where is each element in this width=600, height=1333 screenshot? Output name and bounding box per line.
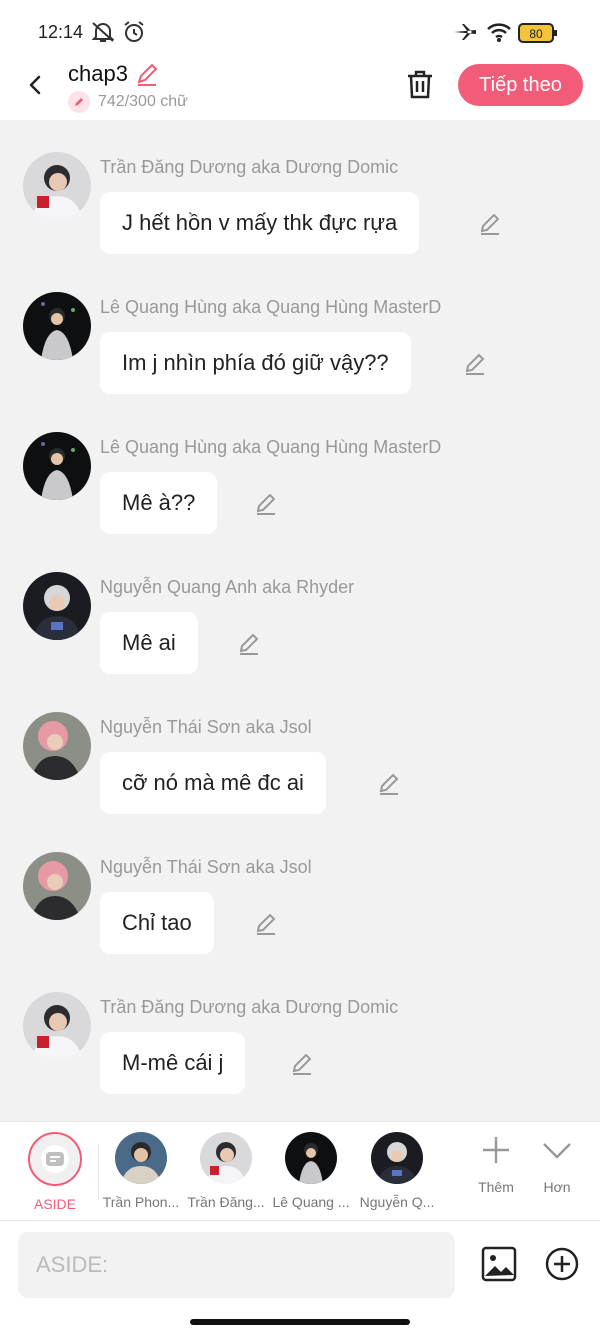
expand-button[interactable]: Hơn [527, 1134, 587, 1195]
character-item[interactable]: Nguyễn Q... [356, 1132, 438, 1210]
message-item: Nguyễn Quang Anh aka Rhyder Mê ai [0, 540, 600, 680]
divider [98, 1144, 99, 1200]
avatar [115, 1132, 167, 1184]
character-label: Trần Phon... [102, 1194, 180, 1210]
editor-header: chap3 742/300 chữ Tiếp theo [0, 60, 600, 120]
message-bubble[interactable]: M-mê cái j [100, 1032, 246, 1094]
edit-icon[interactable] [463, 352, 487, 376]
avatar [285, 1132, 337, 1184]
edit-icon[interactable] [254, 912, 278, 936]
message-bubble[interactable]: Im j nhìn phía đó giữ vậy?? [100, 332, 411, 394]
message-item: Trần Đăng Dương aka Dương Domic J hết hồ… [0, 120, 600, 260]
input-bar [0, 1221, 600, 1333]
edit-icon[interactable] [290, 1052, 314, 1076]
aside-icon [28, 1132, 82, 1186]
status-bar: 12:14 80 [0, 0, 600, 60]
sender-name: Nguyễn Quang Anh aka Rhyder [100, 577, 355, 597]
sender-name: Lê Quang Hùng aka Quang Hùng MasterD [100, 297, 442, 317]
character-label: Nguyễn Q... [359, 1194, 435, 1210]
wifi-icon [486, 20, 512, 49]
chapter-title[interactable]: chap3 [68, 61, 128, 87]
message-item: Lê Quang Hùng aka Quang Hùng MasterD Im … [0, 260, 600, 400]
avatar [371, 1132, 423, 1184]
image-button[interactable] [481, 1246, 517, 1282]
message-bubble[interactable]: Mê ai [100, 612, 198, 674]
pencil-icon [68, 91, 90, 113]
sender-name: Trần Đăng Dương aka Dương Domic [100, 157, 399, 177]
chapter-title-row[interactable]: chap3 [68, 61, 160, 87]
message-bubble[interactable]: cỡ nó mà mê đc ai [100, 752, 326, 814]
add-button[interactable] [545, 1247, 579, 1281]
airplane-icon [452, 20, 478, 49]
expand-label: Hơn [543, 1179, 571, 1195]
message-item: Nguyễn Thái Sơn aka Jsol cỡ nó mà mê đc … [0, 680, 600, 820]
plus-circle-icon [545, 1247, 579, 1281]
word-count: 742/300 chữ [98, 93, 188, 110]
sender-name: Nguyễn Thái Sơn aka Jsol [100, 857, 312, 877]
character-label: ASIDE [33, 1196, 76, 1212]
message-item: Lê Quang Hùng aka Quang Hùng MasterD Mê … [0, 400, 600, 540]
next-button[interactable]: Tiếp theo [458, 64, 583, 106]
edit-title-icon[interactable] [134, 61, 160, 87]
word-count-row: 742/300 chữ [68, 91, 188, 113]
message-bubble[interactable]: Mê à?? [100, 472, 218, 534]
character-label: Trần Đăng... [187, 1194, 265, 1210]
mute-icon [90, 20, 116, 49]
back-button[interactable] [20, 68, 50, 102]
edit-icon[interactable] [237, 632, 261, 656]
more-label: Thêm [478, 1179, 514, 1195]
sender-name: Nguyễn Thái Sơn aka Jsol [100, 717, 312, 737]
message-item: Trần Đăng Dương aka Dương Domic M-mê cái… [0, 960, 600, 1100]
image-icon [481, 1246, 517, 1282]
delete-button[interactable] [405, 67, 435, 101]
more-button[interactable]: Thêm [466, 1134, 526, 1195]
avatar[interactable] [23, 432, 91, 500]
avatar [200, 1132, 252, 1184]
character-aside[interactable]: ASIDE [14, 1132, 96, 1212]
chevron-down-icon [543, 1143, 571, 1159]
status-time: 12:14 [38, 22, 84, 42]
avatar[interactable] [23, 852, 91, 920]
avatar[interactable] [23, 152, 91, 220]
chat-area[interactable]: Trần Đăng Dương aka Dương Domic J hết hồ… [0, 120, 600, 1121]
battery-icon: 80 [518, 22, 558, 49]
avatar[interactable] [23, 992, 91, 1060]
edit-icon[interactable] [254, 492, 278, 516]
avatar[interactable] [23, 572, 91, 640]
character-bar: ASIDE Trần Phon... Trần Đăng... Lê Quang… [0, 1121, 600, 1221]
character-item[interactable]: Trần Đăng... [185, 1132, 267, 1210]
message-bubble[interactable]: J hết hồn v mấy thk đực rựa [100, 192, 420, 254]
edit-icon[interactable] [478, 212, 502, 236]
plus-icon [483, 1137, 509, 1163]
battery-level: 80 [529, 27, 543, 41]
message-input[interactable] [18, 1232, 455, 1298]
alarm-icon [122, 20, 146, 49]
sender-name: Lê Quang Hùng aka Quang Hùng MasterD [100, 437, 442, 457]
message-bubble[interactable]: Chỉ tao [100, 892, 214, 954]
back-arrow-icon [29, 75, 41, 95]
sender-name: Trần Đăng Dương aka Dương Domic [100, 997, 399, 1017]
character-label: Lê Quang ... [272, 1194, 350, 1210]
character-item[interactable]: Trần Phon... [100, 1132, 182, 1210]
avatar[interactable] [23, 292, 91, 360]
avatar[interactable] [23, 712, 91, 780]
message-item: Nguyễn Thái Sơn aka Jsol Chỉ tao [0, 820, 600, 960]
home-indicator [190, 1319, 410, 1325]
trash-icon [408, 70, 432, 99]
character-item[interactable]: Lê Quang ... [270, 1132, 352, 1210]
edit-icon[interactable] [377, 772, 401, 796]
